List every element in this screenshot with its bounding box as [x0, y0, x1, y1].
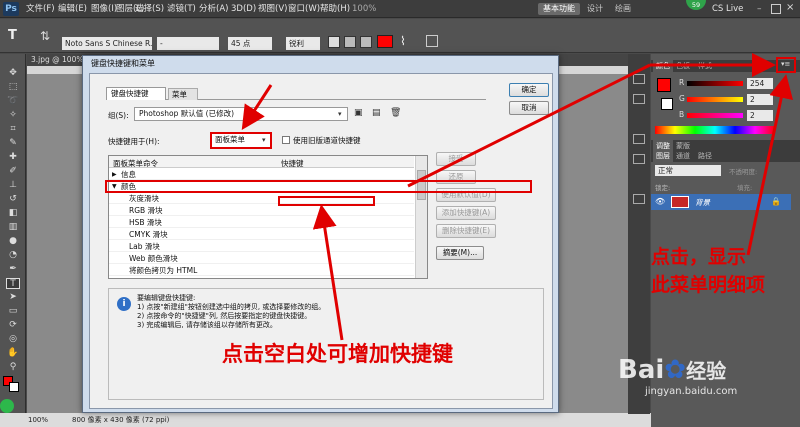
- watermark-brand: Bai✿经验: [618, 355, 726, 385]
- paw-icon: ✿: [664, 355, 687, 385]
- arrow-to-shortcut-cell: [312, 204, 344, 341]
- arrow-from-right-note: [746, 74, 794, 256]
- arrow-row-to-panel: [407, 63, 651, 188]
- annotation-right-line1: 点击，显示: [651, 246, 747, 268]
- annotation-bottom: 点击空白处可增加快捷键: [222, 342, 453, 366]
- watermark-brand2: 经验: [686, 359, 727, 383]
- annotation-right-line2: 此菜单明细项: [651, 274, 766, 296]
- arrow-to-select: [241, 84, 273, 131]
- watermark-url: jingyan.baidu.com: [645, 386, 738, 397]
- watermark-brand-text: Bai: [618, 355, 665, 385]
